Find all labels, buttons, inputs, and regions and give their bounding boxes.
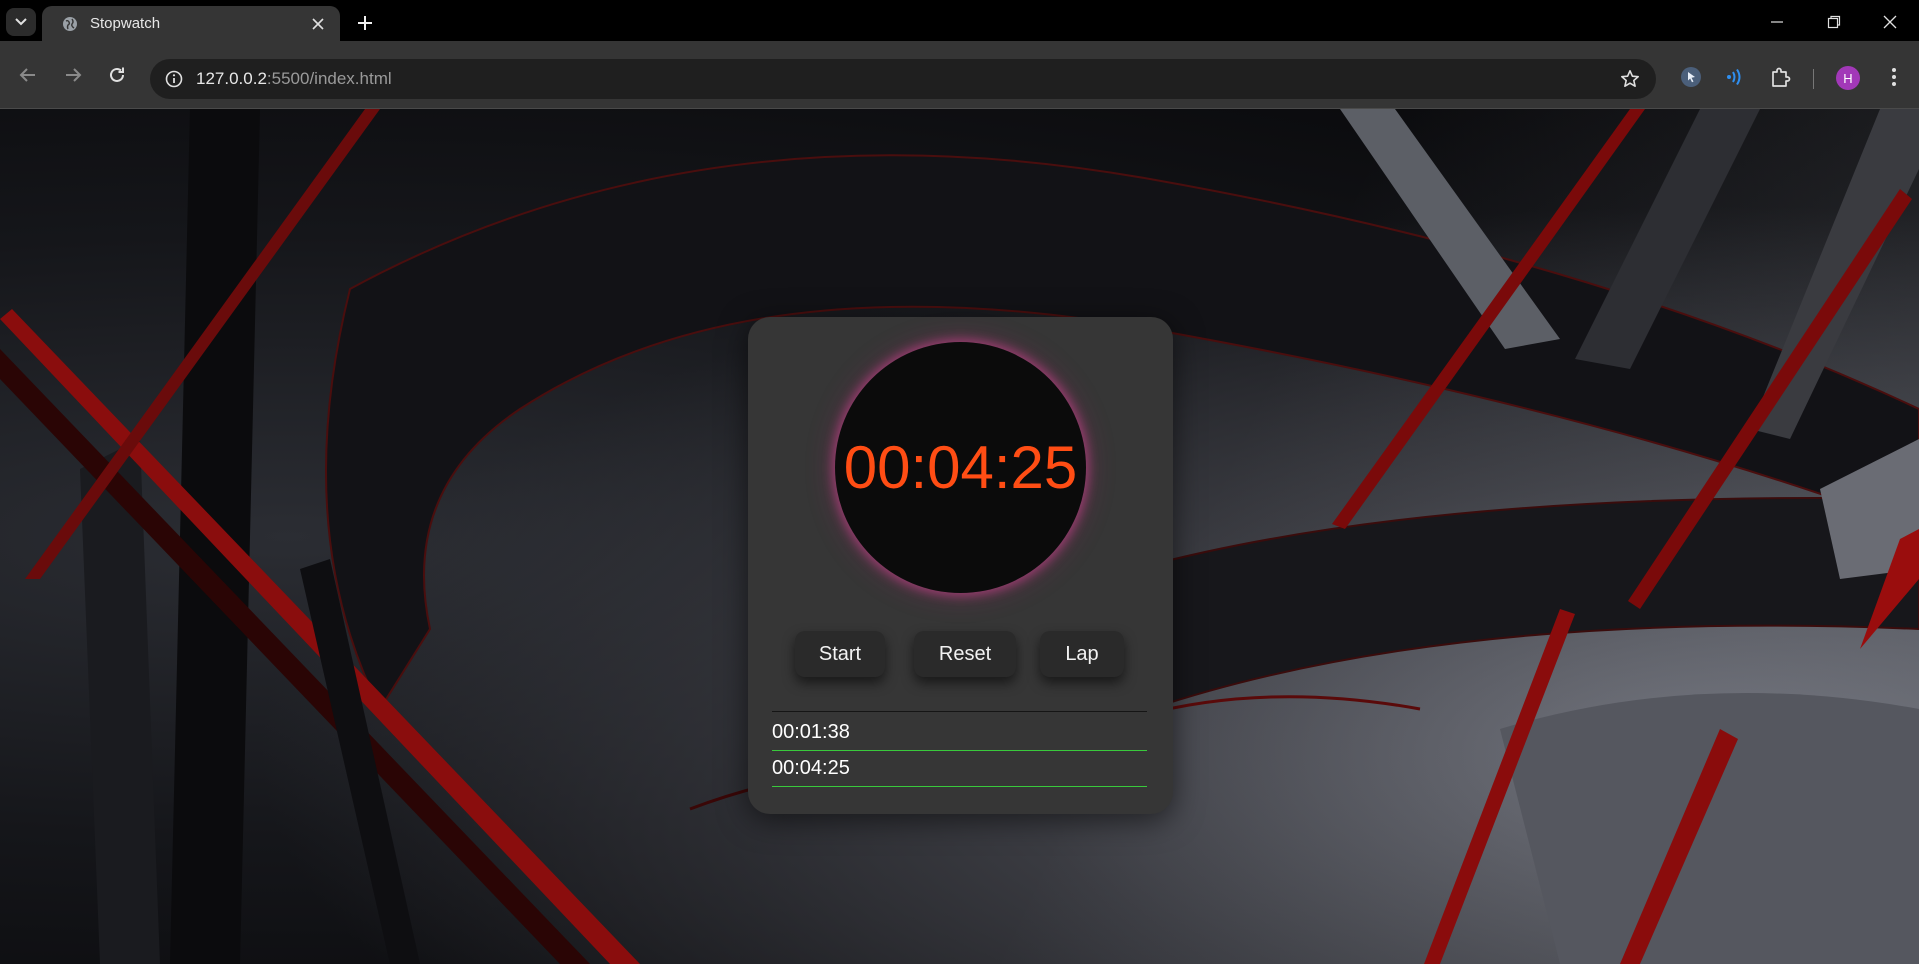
globe-icon bbox=[62, 16, 78, 32]
laps-list: 00:01:38 00:04:25 bbox=[772, 715, 1147, 787]
restore-button[interactable] bbox=[1811, 8, 1857, 36]
lap-item: 00:04:25 bbox=[772, 751, 1147, 787]
puzzle-icon[interactable] bbox=[1768, 64, 1794, 90]
restore-icon bbox=[1827, 15, 1841, 29]
laps-divider bbox=[772, 711, 1147, 712]
lap-button[interactable]: Lap bbox=[1040, 631, 1124, 677]
close-icon bbox=[1883, 15, 1897, 29]
minimize-button[interactable] bbox=[1754, 8, 1800, 36]
cursor-extension-icon[interactable] bbox=[1678, 64, 1704, 90]
plus-icon bbox=[358, 16, 372, 30]
browser-tab[interactable]: Stopwatch bbox=[42, 6, 340, 41]
info-icon[interactable] bbox=[160, 65, 188, 93]
kebab-menu-icon[interactable] bbox=[1881, 64, 1907, 90]
tab-close-icon[interactable] bbox=[310, 16, 326, 32]
star-icon[interactable] bbox=[1618, 67, 1642, 91]
page-viewport: 00:04:25 Start Reset Lap 00:01:38 00:04:… bbox=[0, 109, 1919, 964]
minimize-icon bbox=[1771, 21, 1783, 23]
window-close-button[interactable] bbox=[1867, 8, 1913, 36]
reload-button[interactable] bbox=[103, 61, 131, 89]
stopwatch-card: 00:04:25 Start Reset Lap 00:01:38 00:04:… bbox=[748, 317, 1173, 814]
forward-button[interactable] bbox=[59, 61, 87, 89]
chevron-down-icon bbox=[15, 18, 27, 26]
audio-wave-icon[interactable] bbox=[1722, 64, 1748, 90]
address-bar[interactable]: 127.0.0.2:5500/index.html bbox=[150, 59, 1656, 99]
lap-item: 00:01:38 bbox=[772, 715, 1147, 751]
url-text: 127.0.0.2:5500/index.html bbox=[196, 69, 392, 89]
stopwatch-time-display: 00:04:25 bbox=[843, 434, 1078, 501]
stopwatch-dial: 00:04:25 bbox=[835, 342, 1086, 593]
url-host: 127.0.0.2 bbox=[196, 69, 267, 88]
reset-button[interactable]: Reset bbox=[914, 631, 1016, 677]
reload-icon bbox=[110, 67, 124, 82]
start-button[interactable]: Start bbox=[795, 631, 885, 677]
arrow-left-icon bbox=[19, 68, 35, 82]
tab-search-button[interactable] bbox=[6, 8, 36, 36]
arrow-right-icon bbox=[66, 68, 82, 82]
new-tab-button[interactable] bbox=[352, 10, 378, 36]
tab-title: Stopwatch bbox=[90, 15, 161, 32]
toolbar-divider bbox=[1813, 69, 1814, 89]
url-path: :5500/index.html bbox=[266, 69, 392, 88]
back-button[interactable] bbox=[14, 61, 42, 89]
tab-strip: Stopwatch bbox=[0, 0, 1919, 41]
profile-avatar[interactable]: H bbox=[1836, 66, 1860, 90]
browser-toolbar: 127.0.0.2:5500/index.html H bbox=[0, 41, 1919, 109]
